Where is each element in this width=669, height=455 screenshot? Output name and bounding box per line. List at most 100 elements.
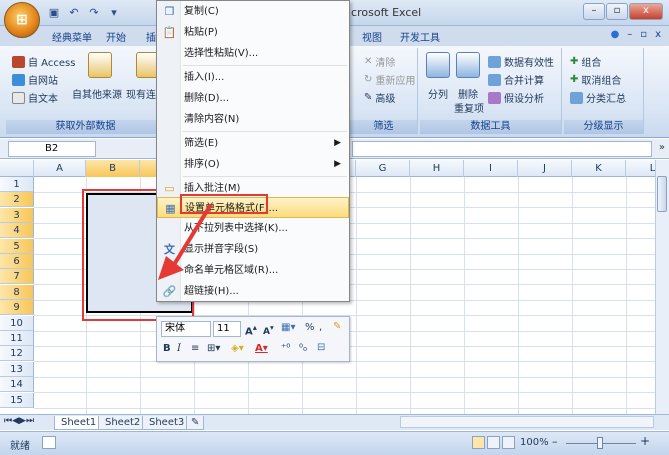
row-header[interactable]: 6 (0, 254, 34, 269)
zoom-level: 100% (520, 437, 549, 448)
sheet-tab-2[interactable]: Sheet2 (98, 416, 148, 430)
reapply-button[interactable]: ↻ 重新应用 (364, 72, 415, 87)
from-text-button[interactable]: 自文本 (12, 90, 58, 105)
row-header[interactable]: 3 (0, 207, 34, 223)
row-header[interactable]: 10 (0, 315, 34, 331)
tab-insert[interactable]: 插 (146, 29, 156, 44)
customize-icon[interactable]: ▾ (106, 5, 122, 21)
minimize-button[interactable]: – (583, 3, 605, 20)
row-header[interactable]: 15 (0, 392, 34, 408)
row-header[interactable]: 1 (0, 177, 34, 192)
row-header[interactable]: 11 (0, 331, 34, 346)
menu-item-sort[interactable]: 排序(O) ▶ (157, 154, 349, 175)
horizontal-scrollbar[interactable] (400, 416, 654, 428)
font-color-icon[interactable]: A▾ (255, 343, 268, 354)
menu-item-clear-contents[interactable]: 清除内容(N) (157, 109, 349, 130)
font-name-field[interactable]: 宋体 (161, 321, 211, 337)
menu-item-filter[interactable]: 筛选(E) ▶ (157, 133, 349, 154)
undo-icon[interactable]: ↶ (66, 5, 82, 21)
zoom-slider-thumb[interactable] (597, 437, 603, 449)
format-painter-icon[interactable]: ✎ (333, 321, 341, 332)
column-header[interactable]: G (356, 160, 410, 177)
row-header[interactable]: 5 (0, 238, 34, 254)
ribbon-minimize-button[interactable]: – (627, 29, 632, 40)
column-header[interactable]: J (518, 160, 572, 177)
menu-item-delete[interactable]: 删除(D)... (157, 88, 349, 109)
menu-item-paste-special[interactable]: 选择性粘贴(V)... (157, 43, 349, 64)
percent-style-button[interactable]: % (305, 322, 315, 333)
ungroup-button[interactable]: ✚ 取消组合 (570, 72, 621, 87)
bold-button[interactable]: B (163, 343, 171, 354)
tab-classic-menu[interactable]: 经典菜单 (52, 29, 92, 44)
help-icon[interactable]: ● (611, 29, 620, 40)
tab-home[interactable]: 开始 (106, 29, 126, 44)
subtotal-button[interactable]: 分类汇总 (570, 90, 626, 105)
column-header[interactable]: K (572, 160, 626, 177)
row-header[interactable]: 2 (0, 192, 34, 208)
redo-icon[interactable]: ↷ (86, 5, 102, 21)
restore-button[interactable]: ▫ (606, 3, 628, 20)
formula-input[interactable] (352, 141, 652, 157)
clear-filter-button[interactable]: ✕ 清除 (364, 54, 395, 69)
decrease-decimal-icon[interactable]: ⁰₀ (299, 343, 307, 354)
select-all-corner[interactable] (0, 160, 34, 177)
row-header[interactable]: 4 (0, 223, 34, 239)
ribbon-restore-button[interactable]: ▫ (640, 29, 647, 40)
row-header[interactable]: 8 (0, 284, 34, 300)
what-if-button[interactable]: 假设分析 (488, 90, 544, 105)
save-icon[interactable]: ▣ (46, 5, 62, 21)
page-break-icon[interactable] (502, 436, 515, 449)
column-header[interactable]: A (34, 160, 86, 177)
row-header[interactable]: 12 (0, 346, 34, 362)
data-validation-button[interactable]: 数据有效性 (488, 54, 554, 69)
page-layout-icon[interactable] (487, 436, 500, 449)
row-header[interactable]: 7 (0, 269, 34, 285)
font-size-field[interactable]: 11 (213, 321, 241, 337)
row-header[interactable]: 9 (0, 300, 34, 316)
expand-formula-bar-icon[interactable]: » (659, 142, 665, 153)
sheet-nav-arrows-icon[interactable]: ⏮◀▶⏭ (4, 416, 34, 426)
sheet-tab-1[interactable]: Sheet1 (54, 416, 104, 430)
center-align-button[interactable]: ≡ (191, 343, 199, 354)
ribbon-close-button[interactable]: x (655, 29, 661, 40)
group-label-outline: 分级显示 (564, 120, 643, 134)
column-header[interactable]: H (410, 160, 464, 177)
menu-item-paste[interactable]: 📋 粘贴(P) (157, 22, 349, 43)
format-cell-icon[interactable]: ▦▾ (281, 322, 295, 333)
close-button[interactable]: x (629, 3, 663, 20)
comma-style-button[interactable]: , (319, 322, 322, 333)
vertical-scroll-thumb[interactable] (657, 176, 667, 212)
text-to-columns-button[interactable]: 分列 (428, 86, 448, 101)
italic-button[interactable]: I (177, 343, 181, 354)
tab-view[interactable]: 视图 (362, 29, 382, 44)
row-header[interactable]: 14 (0, 377, 34, 393)
row-header[interactable]: 13 (0, 361, 34, 377)
from-web-button[interactable]: 自网站 (12, 72, 58, 87)
from-access-button[interactable]: 自 Access (12, 54, 75, 69)
consolidate-button[interactable]: 合并计算 (488, 72, 544, 87)
zoom-in-button[interactable]: + (640, 434, 650, 448)
group-button[interactable]: ✚ 组合 (570, 54, 601, 69)
name-box[interactable]: B2 (8, 141, 96, 157)
fill-color-icon[interactable]: ◈▾ (231, 343, 244, 354)
column-header[interactable]: I (464, 160, 518, 177)
remove-duplicates-button[interactable]: 删除 (458, 86, 478, 101)
normal-view-icon[interactable] (472, 436, 485, 449)
macro-record-icon[interactable] (42, 436, 56, 449)
tab-developer[interactable]: 开发工具 (400, 29, 440, 44)
shrink-font-icon[interactable]: A▾ (263, 323, 274, 337)
group-get-external-data: 自 Access 自网站 自文本 自其他来源 现有连接 获取外部数据 (6, 48, 166, 134)
menu-item-insert[interactable]: 插入(I)... (157, 67, 349, 88)
merge-center-icon[interactable]: ⊟ (317, 342, 325, 353)
increase-decimal-icon[interactable]: ⁺⁰ (281, 343, 290, 354)
office-button[interactable]: ⊞ (4, 2, 40, 38)
insert-sheet-icon[interactable]: ✎ (186, 416, 205, 430)
sheet-tab-3[interactable]: Sheet3 (142, 416, 192, 430)
column-header[interactable]: B (86, 160, 140, 177)
other-sources-button[interactable]: 自其他来源 (72, 86, 122, 101)
menu-item-copy[interactable]: ❐ 复制(C) (157, 1, 349, 22)
advanced-filter-button[interactable]: ✎ 高级 (364, 90, 395, 105)
grow-font-icon[interactable]: A▴ (245, 322, 257, 337)
zoom-out-button[interactable]: – (552, 435, 558, 448)
borders-icon[interactable]: ⊞▾ (207, 343, 220, 354)
